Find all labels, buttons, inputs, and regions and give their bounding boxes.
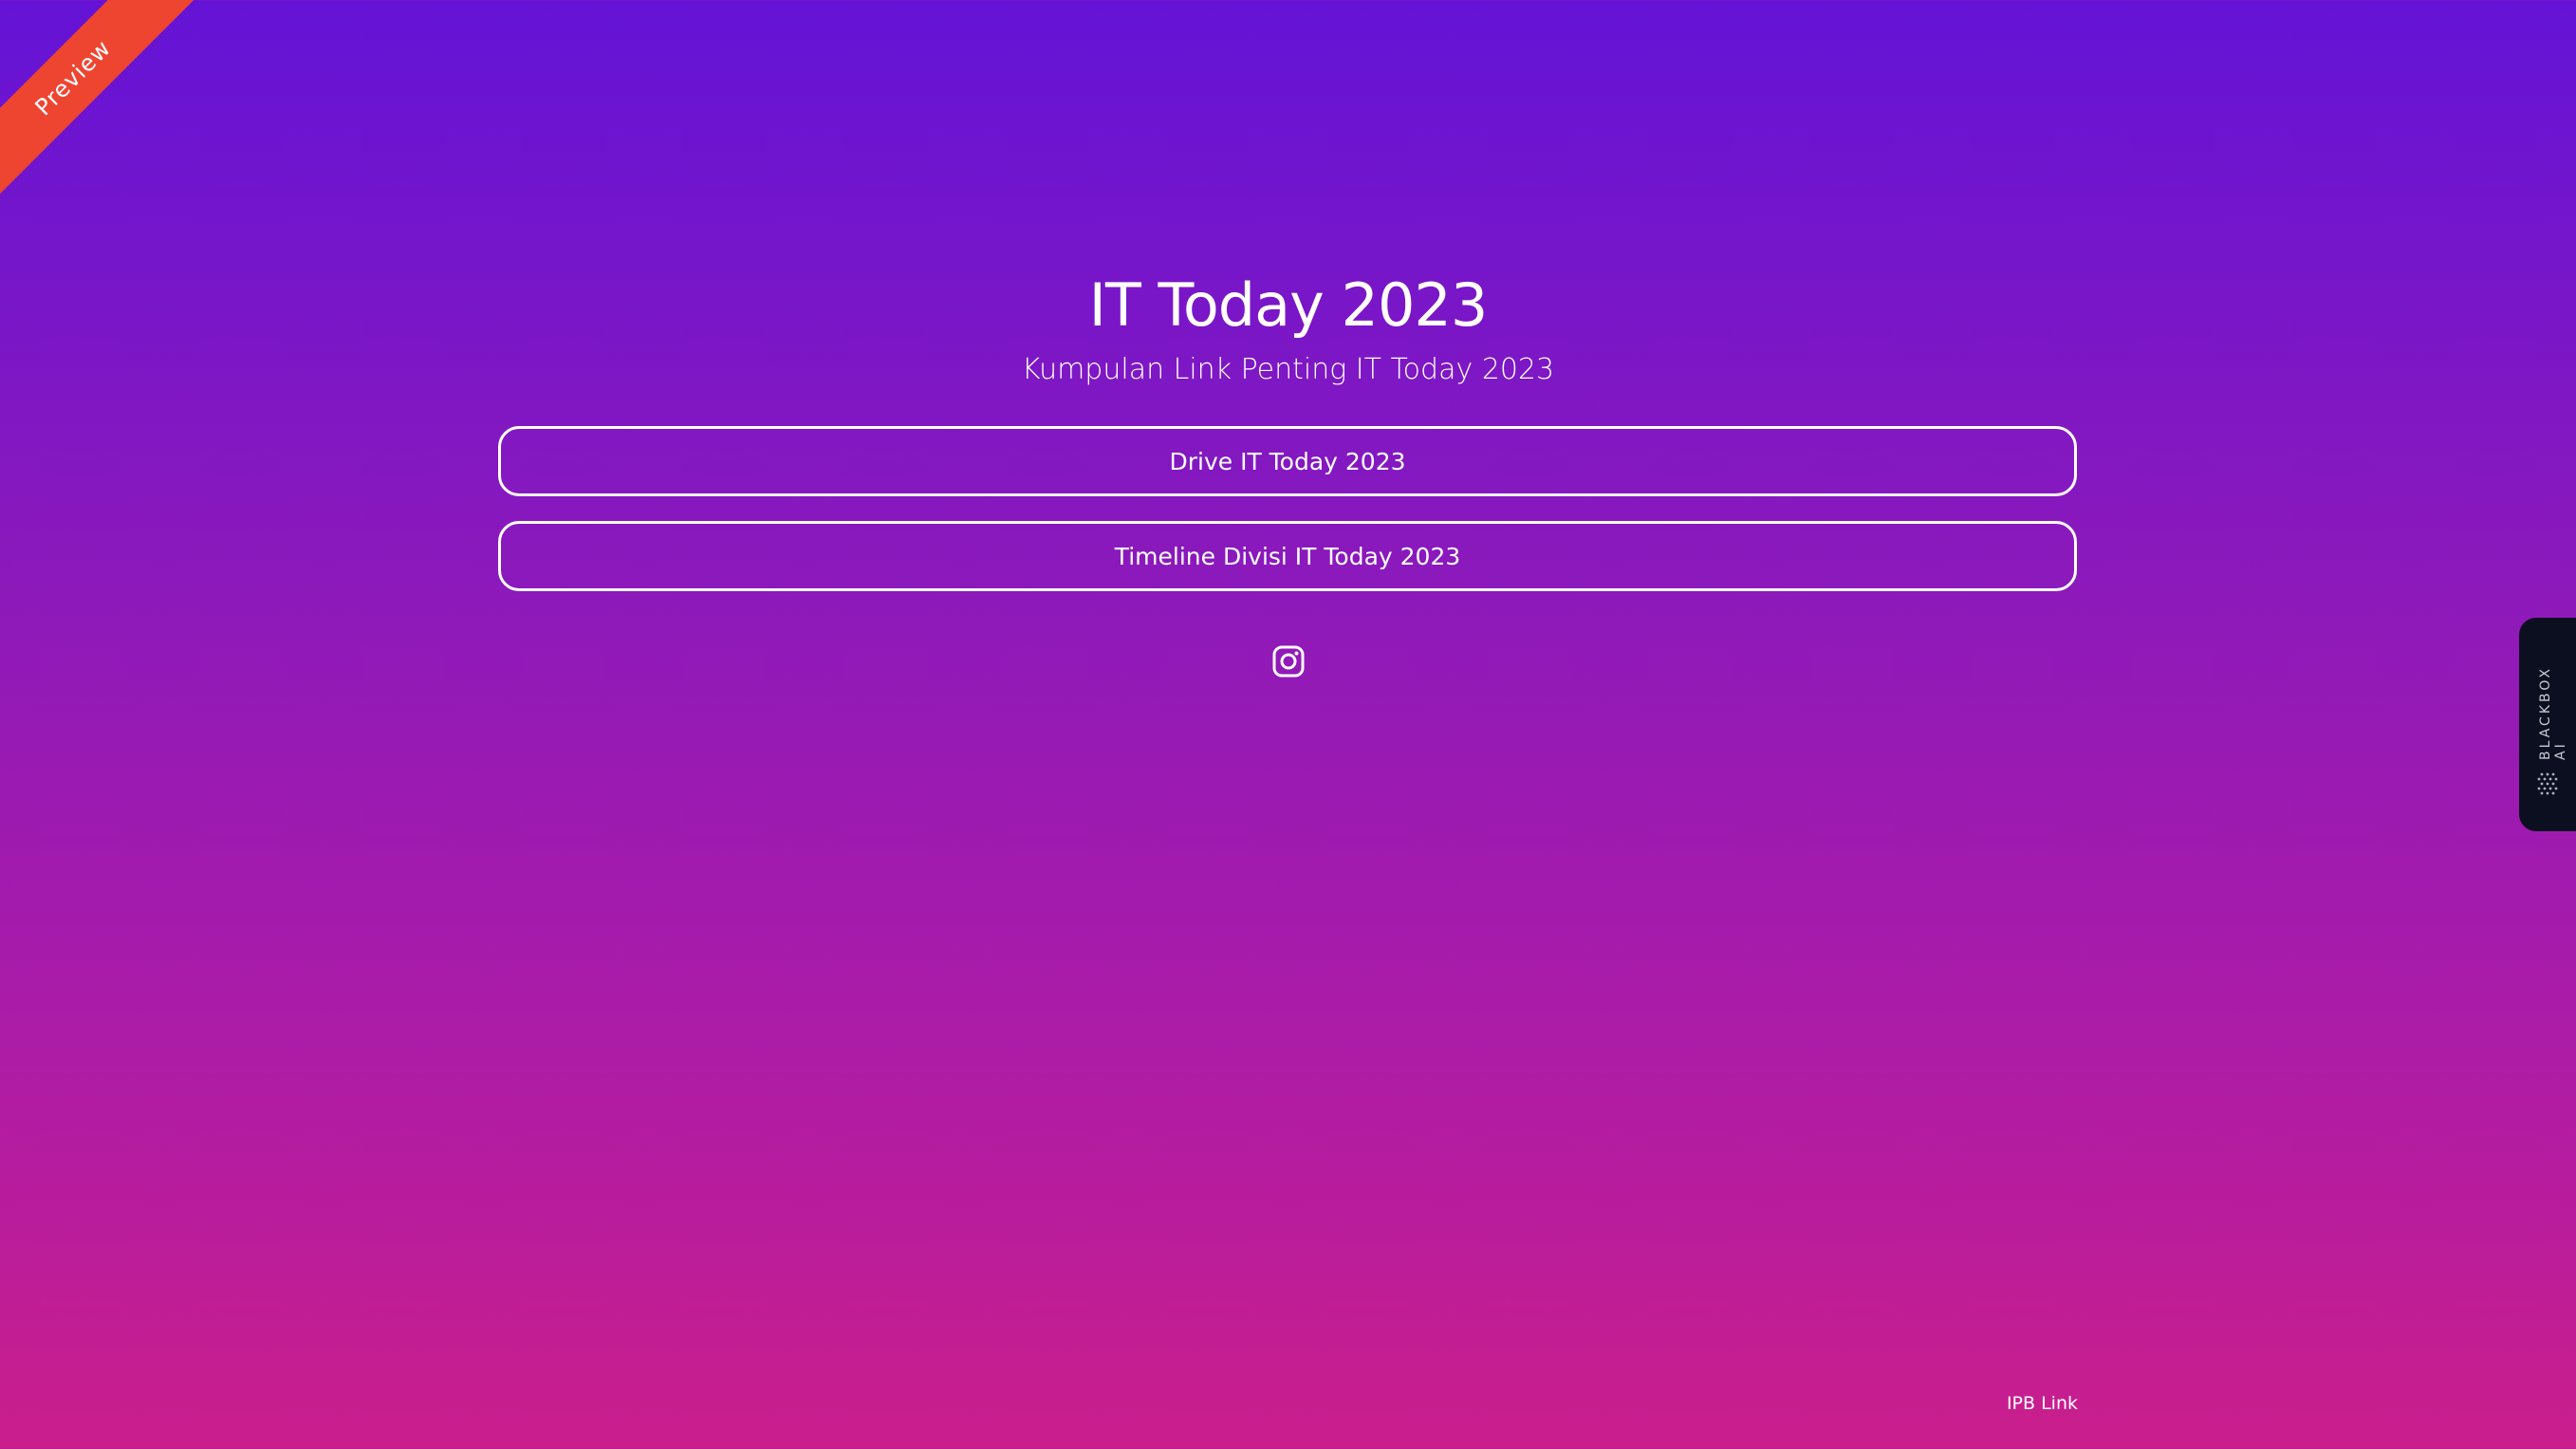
ipb-link-footer[interactable]: IPB Link	[2007, 1393, 2078, 1414]
page-subtitle: Kumpulan Link Penting IT Today 2023	[1021, 353, 1555, 386]
drive-link-button[interactable]: Drive IT Today 2023	[498, 426, 2077, 496]
timeline-link-button[interactable]: Timeline Divisi IT Today 2023	[498, 521, 2077, 591]
blackbox-label: BLACKBOX AI	[2538, 665, 2568, 760]
linktree-page: IT Today 2023 Kumpulan Link Penting IT T…	[0, 0, 2576, 1449]
blackbox-side-tab[interactable]: BLACKBOX AI	[2519, 618, 2576, 831]
page-title: IT Today 2023	[1088, 270, 1489, 340]
instagram-icon[interactable]	[1271, 644, 1306, 678]
blackbox-dots-icon	[2537, 772, 2558, 795]
